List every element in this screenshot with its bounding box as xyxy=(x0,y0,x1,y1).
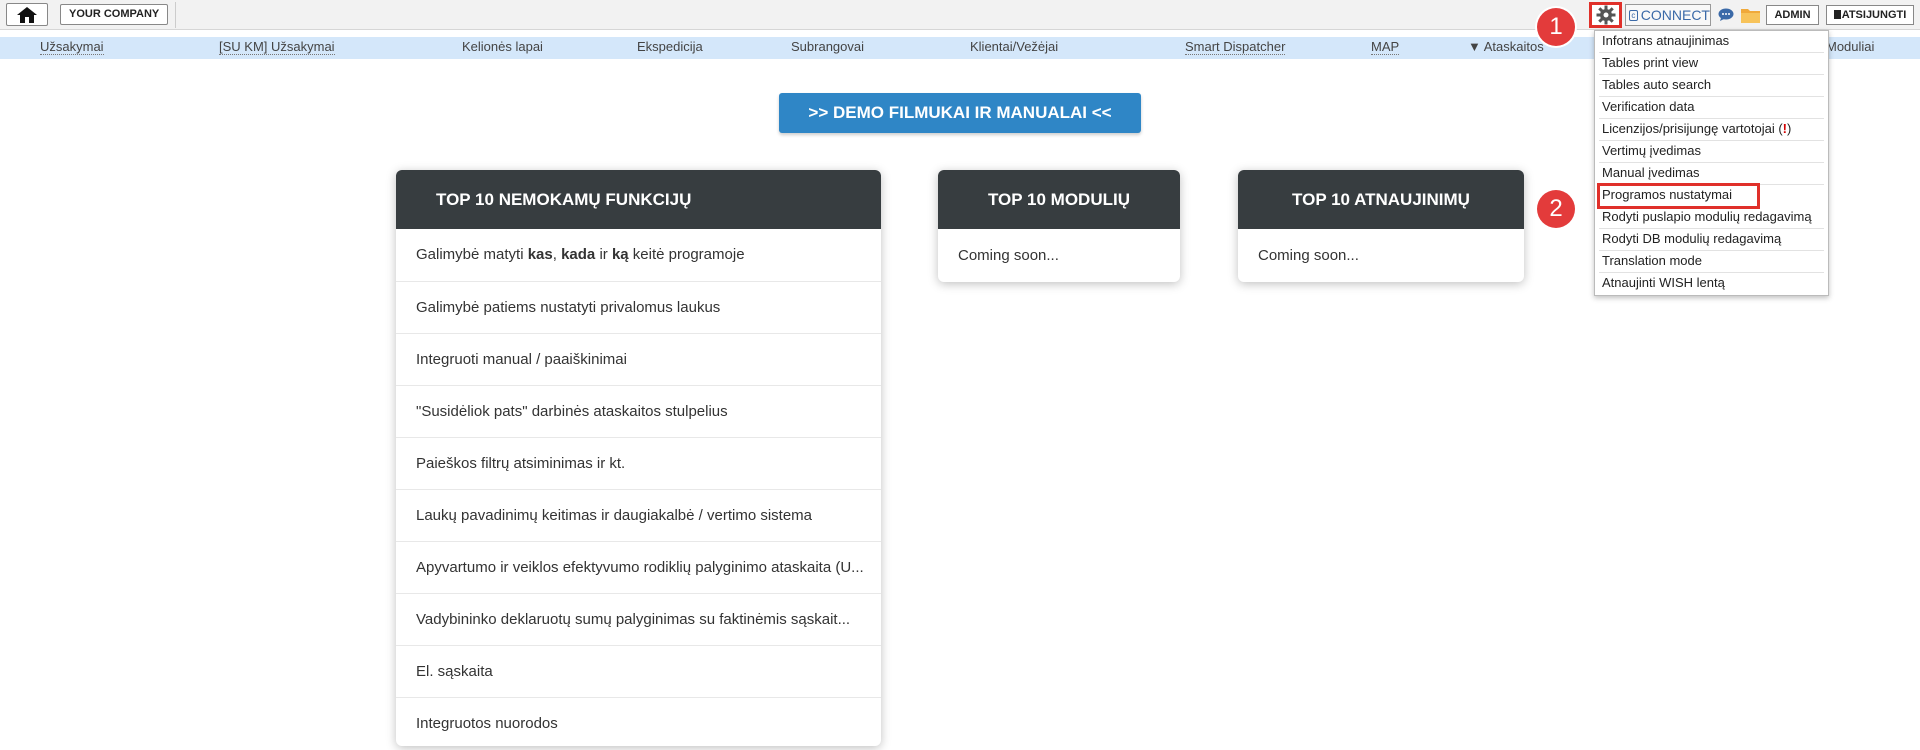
menu-item-tables-print-view[interactable]: Tables print view xyxy=(1599,53,1824,75)
menu-item-manual-input[interactable]: Manual įvedimas xyxy=(1599,163,1824,185)
card-title: TOP 10 MODULIŲ xyxy=(938,170,1180,229)
row-text-bold: ką xyxy=(611,246,629,263)
nav-item-expedition[interactable]: Ekspedicija xyxy=(637,40,703,54)
nav-item-reports[interactable]: ▼ Ataskaitos xyxy=(1468,40,1544,54)
functions-list: Galimybė matyti kas, kada ir ką keitė pr… xyxy=(396,229,881,746)
menu-item-licenses-users[interactable]: Licenzijos/prisijungę vartotojai (!) xyxy=(1599,119,1824,141)
connect-button[interactable]: c CONNECT xyxy=(1625,4,1711,26)
list-item[interactable]: Laukų pavadinimų keitimas ir daugiakalbė… xyxy=(396,489,881,541)
row-text: keitė programoje xyxy=(628,246,745,263)
connect-label: CONNECT xyxy=(1640,7,1710,23)
list-item[interactable]: Galimybė matyti kas, kada ir ką keitė pr… xyxy=(396,229,881,281)
menu-item-page-modules-edit[interactable]: Rodyti puslapio modulių redagavimą xyxy=(1599,207,1824,229)
list-item[interactable]: Paieškos filtrų atsiminimas ir kt. xyxy=(396,437,881,489)
menu-item-program-settings[interactable]: Programos nustatymai xyxy=(1597,183,1760,209)
top-modules-card: TOP 10 MODULIŲ Coming soon... xyxy=(938,170,1180,282)
logout-icon xyxy=(1833,10,1841,19)
demo-videos-button[interactable]: >> DEMO FILMUKAI IR MANUALAI << xyxy=(779,93,1141,133)
row-text-bold: kas xyxy=(527,246,553,263)
divider xyxy=(175,2,176,28)
admin-button[interactable]: ADMIN xyxy=(1766,5,1819,25)
row-text: , xyxy=(552,246,562,263)
settings-button[interactable] xyxy=(1589,2,1622,28)
card-body: Coming soon... xyxy=(958,247,1059,264)
menu-item-label: Licenzijos/prisijungę vartotojai ( xyxy=(1602,121,1783,136)
nav-item-subcontractors[interactable]: Subrangovai xyxy=(791,40,864,54)
menu-item-infotrans-update[interactable]: Infotrans atnaujinimas xyxy=(1599,31,1824,53)
list-item[interactable]: Integruoti manual / paaiškinimai xyxy=(396,333,881,385)
menu-item-translations-input[interactable]: Vertimų įvedimas xyxy=(1599,141,1824,163)
top-bar: YOUR COMPANY c CONNECT ADMIN ATSIJUNGTI xyxy=(0,0,1920,30)
step-1-badge: 1 xyxy=(1537,8,1575,46)
top-updates-card: TOP 10 ATNAUJINIMŲ Coming soon... xyxy=(1238,170,1524,282)
nav-item-orders[interactable]: Užsakymai xyxy=(40,40,104,55)
card-body: Coming soon... xyxy=(1258,247,1359,264)
nav-item-smart-dispatcher[interactable]: Smart Dispatcher xyxy=(1185,40,1286,55)
nav-item-clients-carriers[interactable]: Klientai/Vežėjai xyxy=(970,40,1058,54)
list-item[interactable]: "Susidėliok pats" darbinės ataskaitos st… xyxy=(396,385,881,437)
company-button[interactable]: YOUR COMPANY xyxy=(60,4,169,25)
menu-item-label-suffix: ) xyxy=(1787,121,1792,136)
menu-item-update-wish-board[interactable]: Atnaujinti WISH lentą xyxy=(1599,273,1824,295)
menu-item-verification-data[interactable]: Verification data xyxy=(1599,97,1824,119)
chat-icon[interactable] xyxy=(1718,8,1734,21)
nav-item-trip-sheets[interactable]: Kelionės lapai xyxy=(462,40,543,54)
nav-item-su-km-orders[interactable]: [SU KM] Užsakymai xyxy=(219,40,335,55)
card-title: TOP 10 ATNAUJINIMŲ xyxy=(1238,170,1524,229)
folder-icon[interactable] xyxy=(1741,7,1760,23)
gear-icon xyxy=(1596,5,1615,25)
nav-item-modules[interactable]: Moduliai xyxy=(1826,40,1874,54)
menu-item-translation-mode[interactable]: Translation mode xyxy=(1599,251,1824,273)
list-item[interactable]: Integruotos nuorodos xyxy=(396,697,881,746)
settings-menu: Infotrans atnaujinimas Tables print view… xyxy=(1594,30,1829,296)
menu-item-db-modules-edit[interactable]: Rodyti DB modulių redagavimą xyxy=(1599,229,1824,251)
connect-icon: c xyxy=(1629,9,1638,21)
top-functions-card: TOP 10 NEMOKAMŲ FUNKCIJŲ Galimybė matyti… xyxy=(396,170,881,746)
step-2-badge: 2 xyxy=(1537,190,1575,228)
home-button[interactable] xyxy=(6,3,48,26)
card-title: TOP 10 NEMOKAMŲ FUNKCIJŲ xyxy=(396,170,881,229)
row-text: ir xyxy=(595,246,612,263)
list-item[interactable]: Vadybininko deklaruotų sumų palyginimas … xyxy=(396,593,881,645)
logout-label: ATSIJUNGTI xyxy=(1841,9,1907,21)
list-item[interactable]: El. sąskaita xyxy=(396,645,881,697)
list-item[interactable]: Apyvartumo ir veiklos efektyvumo rodikli… xyxy=(396,541,881,593)
nav-item-map[interactable]: MAP xyxy=(1371,40,1400,55)
list-item[interactable]: Galimybė patiems nustatyti privalomus la… xyxy=(396,281,881,333)
home-icon xyxy=(17,6,37,23)
logout-button[interactable]: ATSIJUNGTI xyxy=(1826,5,1914,25)
row-text-bold: kada xyxy=(561,246,596,263)
menu-item-tables-auto-search[interactable]: Tables auto search xyxy=(1599,75,1824,97)
row-text: Galimybė matyti xyxy=(416,246,528,263)
